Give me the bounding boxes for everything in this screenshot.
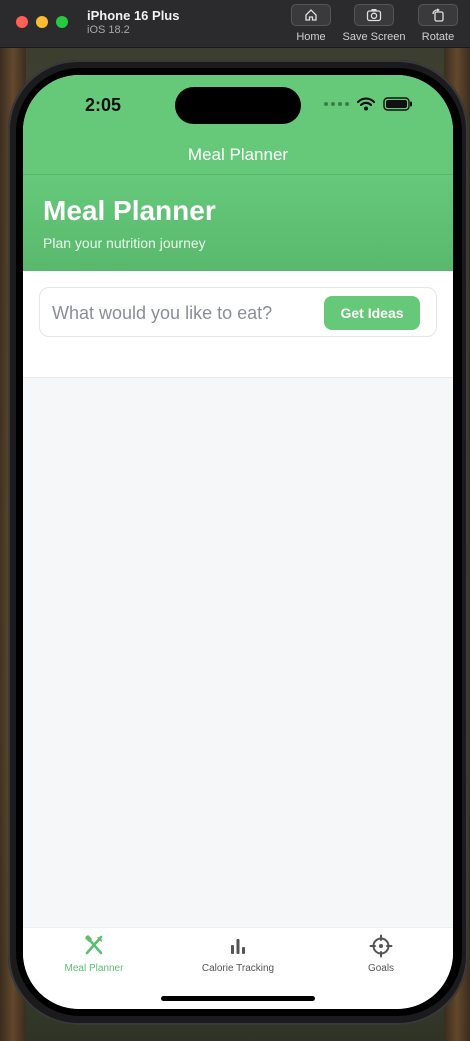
close-window-button[interactable] bbox=[16, 16, 28, 28]
nav-title: Meal Planner bbox=[187, 145, 289, 164]
bar-chart-icon bbox=[231, 939, 245, 954]
search-section: Get Ideas bbox=[23, 271, 453, 378]
simulator-save-screen-label: Save Screen bbox=[342, 31, 406, 43]
tab-bar: Meal Planner Calorie Tracking Goals bbox=[23, 927, 453, 1009]
zoom-window-button[interactable] bbox=[56, 16, 68, 28]
status-time: 2:05 bbox=[85, 95, 122, 115]
minimize-window-button[interactable] bbox=[36, 16, 48, 28]
target-icon bbox=[369, 934, 393, 958]
camera-icon bbox=[354, 4, 394, 26]
meal-search-input[interactable] bbox=[52, 298, 312, 328]
status-bar: 2:05 Meal Planner bbox=[23, 75, 453, 174]
simulator-rotate-button[interactable]: Rotate bbox=[408, 4, 468, 46]
hero-header: Meal Planner Plan your nutrition journey bbox=[23, 175, 453, 271]
get-ideas-button[interactable]: Get Ideas bbox=[324, 296, 420, 330]
simulator-rotate-label: Rotate bbox=[421, 31, 455, 43]
page-title: Meal Planner bbox=[43, 195, 216, 226]
home-icon bbox=[291, 4, 331, 26]
battery-icon bbox=[383, 97, 412, 111]
content-area bbox=[23, 378, 453, 927]
simulator-save-screen-button[interactable]: Save Screen bbox=[342, 4, 406, 46]
tab-meal-planner[interactable]: Meal Planner bbox=[34, 934, 154, 974]
tab-calorie-tracking[interactable]: Calorie Tracking bbox=[178, 934, 298, 974]
device-name: iPhone 16 Plus bbox=[87, 8, 180, 23]
simulator-home-label: Home bbox=[296, 31, 326, 43]
dynamic-island bbox=[175, 87, 301, 124]
tab-goals[interactable]: Goals bbox=[321, 934, 441, 974]
tab-goals-label: Goals bbox=[367, 963, 395, 974]
fork-knife-icon bbox=[85, 935, 103, 955]
app-screen: 2:05 Meal Planner Meal Planner Plan your… bbox=[23, 75, 453, 1009]
status-icons bbox=[324, 97, 413, 111]
wifi-icon bbox=[357, 97, 375, 111]
search-box: Get Ideas bbox=[39, 287, 437, 337]
simulator-home-button[interactable]: Home bbox=[281, 4, 341, 46]
simulator-toolbar: iPhone 16 Plus iOS 18.2 Home Save Screen… bbox=[0, 0, 470, 48]
rotate-icon bbox=[418, 4, 458, 26]
device-os-version: iOS 18.2 bbox=[87, 24, 130, 36]
cellular-signal-icon bbox=[324, 102, 349, 106]
home-indicator[interactable] bbox=[161, 996, 315, 1001]
tab-calorie-tracking-label: Calorie Tracking bbox=[201, 963, 275, 974]
tab-meal-planner-label: Meal Planner bbox=[64, 963, 124, 974]
page-subtitle: Plan your nutrition journey bbox=[43, 235, 206, 251]
